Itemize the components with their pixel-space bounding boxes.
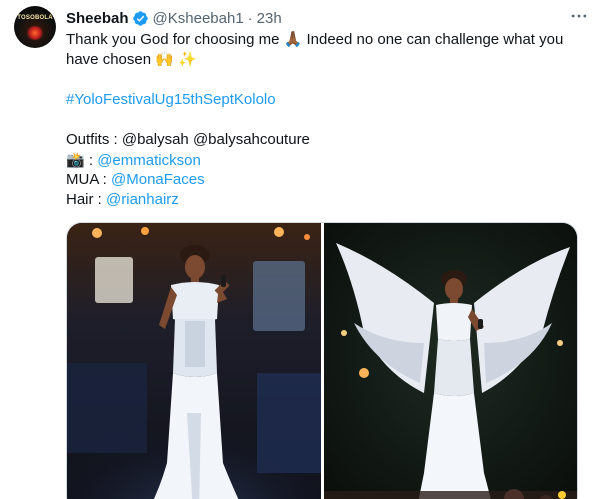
verified-badge-icon[interactable] <box>132 10 149 27</box>
user-handle[interactable]: @Ksheebah1 <box>153 10 244 27</box>
tweet-header: Sheebah @Ksheebah1 · 23h <box>66 8 592 28</box>
avatar-logo-text: TOSOBOLA <box>17 15 53 21</box>
photo-right-illustration <box>324 223 577 499</box>
photo-left-illustration <box>67 223 321 499</box>
avatar[interactable]: TOSOBOLA <box>14 6 56 48</box>
outfits-credit: Outfits : @balysah @balysahcouture <box>66 131 310 148</box>
camera-icon: 📸 <box>66 151 85 169</box>
mua-credit-handle[interactable]: @MonaFaces <box>111 171 205 188</box>
tweet-text-line-1: Thank you God for choosing me 🙏🏾 Indeed … <box>66 31 564 48</box>
camera-credit-separator: : <box>84 152 98 169</box>
more-dots-icon[interactable] <box>568 6 590 28</box>
avatar-logo-glow <box>26 26 44 40</box>
hair-credit-label: Hair : <box>66 191 107 208</box>
tweet-timestamp[interactable]: 23h <box>257 10 282 27</box>
header-separator: · <box>247 9 253 27</box>
hair-credit-handle[interactable]: @rianhairz <box>106 191 179 208</box>
hashtag-link[interactable]: #YoloFestivalUg15thSeptKololo <box>66 90 586 110</box>
performer-white-gown-photo[interactable] <box>67 223 321 499</box>
mua-credit-label: MUA : <box>66 171 112 188</box>
tweet-text: Thank you God for choosing me 🙏🏾 Indeed … <box>66 30 586 210</box>
media-grid <box>66 222 578 499</box>
tweet-text-line-2: have chosen 🙌 ✨ <box>66 51 197 68</box>
camera-credit: 📸 : @emmatickson <box>66 150 586 170</box>
hair-credit: Hair : @rianhairz <box>66 190 586 210</box>
user-name[interactable]: Sheebah <box>66 10 129 27</box>
tweet[interactable]: TOSOBOLA Sheebah @Ksheebah1 · 23h Thank … <box>0 0 608 499</box>
mua-credit: MUA : @MonaFaces <box>66 170 586 190</box>
camera-credit-handle[interactable]: @emmatickson <box>97 152 201 169</box>
performer-angel-wings-photo[interactable] <box>324 223 577 499</box>
